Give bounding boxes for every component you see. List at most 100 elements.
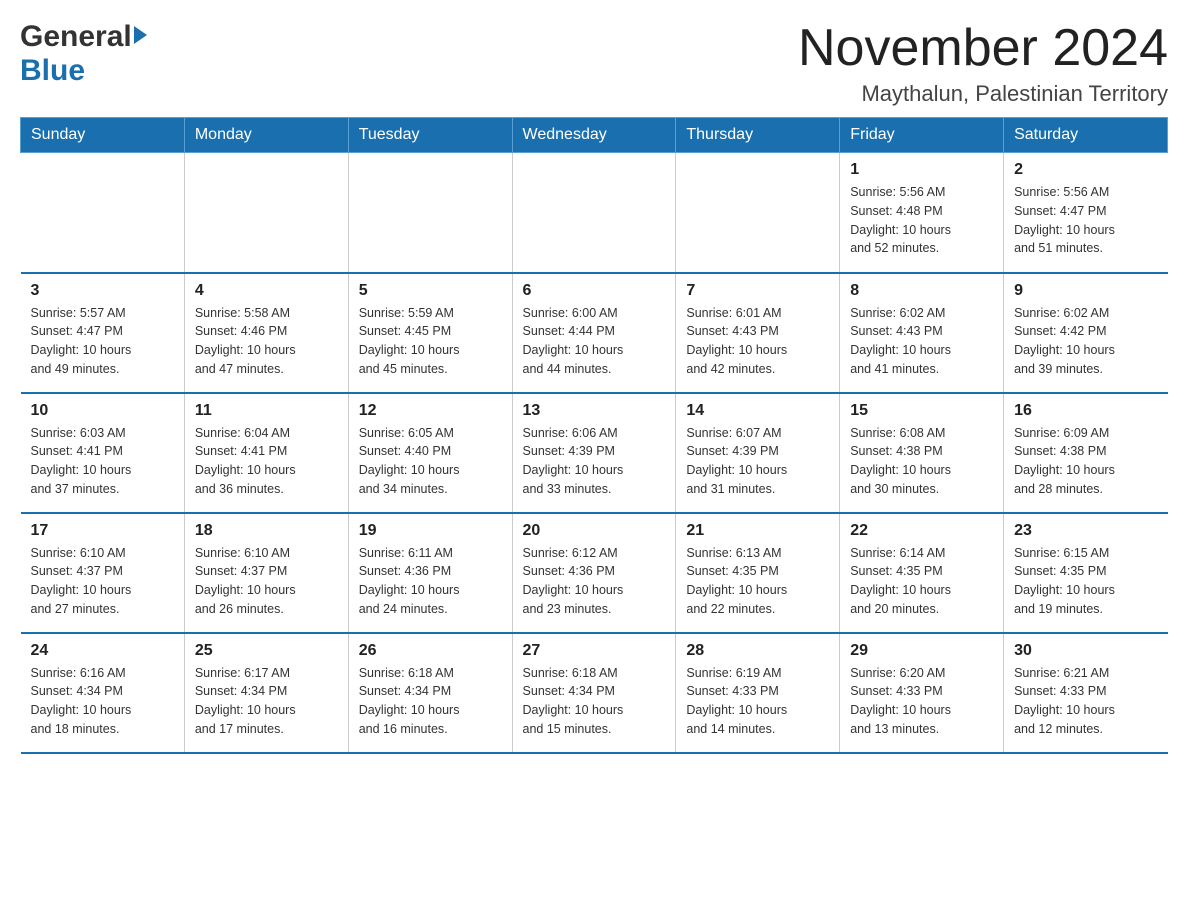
calendar-cell: 13 Sunrise: 6:06 AM Sunset: 4:39 PM Dayli… — [512, 393, 676, 513]
day-number: 15 — [850, 402, 993, 420]
day-info: Sunrise: 5:56 AM Sunset: 4:48 PM Dayligh… — [850, 183, 993, 258]
calendar-week-row: 17 Sunrise: 6:10 AM Sunset: 4:37 PM Dayli… — [21, 513, 1168, 633]
day-number: 28 — [686, 642, 829, 660]
day-number: 11 — [195, 402, 338, 420]
calendar-cell: 22Sunrise: 6:14 AM Sunset: 4:35 PM Dayli… — [840, 513, 1004, 633]
day-info: Sunrise: 6:03 AM Sunset: 4:41 PM Dayligh… — [31, 424, 174, 499]
day-info: Sunrise: 6:02 AM Sunset: 4:42 PM Dayligh… — [1014, 304, 1157, 379]
day-info: Sunrise: 5:57 AM Sunset: 4:47 PM Dayligh… — [31, 304, 174, 379]
day-number: 5 — [359, 282, 502, 300]
day-number: 27 — [523, 642, 666, 660]
weekday-header-friday: Friday — [840, 118, 1004, 153]
weekday-header-tuesday: Tuesday — [348, 118, 512, 153]
calendar-cell: 8 Sunrise: 6:02 AM Sunset: 4:43 PM Daylig… — [840, 273, 1004, 393]
calendar-cell: 15 Sunrise: 6:08 AM Sunset: 4:38 PM Dayli… — [840, 393, 1004, 513]
calendar-cell: 21 Sunrise: 6:13 AM Sunset: 4:35 PM Dayli… — [676, 513, 840, 633]
day-number: 26 — [359, 642, 502, 660]
day-info: Sunrise: 6:15 AM Sunset: 4:35 PM Dayligh… — [1014, 544, 1157, 619]
day-number: 14 — [686, 402, 829, 420]
day-info: Sunrise: 6:08 AM Sunset: 4:38 PM Dayligh… — [850, 424, 993, 499]
calendar-table: SundayMondayTuesdayWednesdayThursdayFrid… — [20, 117, 1168, 754]
title-section: November 2024 Maythalun, Palestinian Ter… — [798, 20, 1168, 107]
day-number: 4 — [195, 282, 338, 300]
calendar-cell: 26 Sunrise: 6:18 AM Sunset: 4:34 PM Dayli… — [348, 633, 512, 753]
day-info: Sunrise: 6:00 AM Sunset: 4:44 PM Dayligh… — [523, 304, 666, 379]
calendar-cell: 19Sunrise: 6:11 AM Sunset: 4:36 PM Dayli… — [348, 513, 512, 633]
day-number: 24 — [31, 642, 174, 660]
day-number: 8 — [850, 282, 993, 300]
day-number: 17 — [31, 522, 174, 540]
day-number: 13 — [523, 402, 666, 420]
day-info: Sunrise: 5:59 AM Sunset: 4:45 PM Dayligh… — [359, 304, 502, 379]
day-info: Sunrise: 6:07 AM Sunset: 4:39 PM Dayligh… — [686, 424, 829, 499]
weekday-header-wednesday: Wednesday — [512, 118, 676, 153]
calendar-cell: 23Sunrise: 6:15 AM Sunset: 4:35 PM Dayli… — [1004, 513, 1168, 633]
calendar-cell: 10Sunrise: 6:03 AM Sunset: 4:41 PM Dayli… — [21, 393, 185, 513]
month-title: November 2024 — [798, 20, 1168, 77]
day-info: Sunrise: 6:02 AM Sunset: 4:43 PM Dayligh… — [850, 304, 993, 379]
calendar-cell: 12 Sunrise: 6:05 AM Sunset: 4:40 PM Dayli… — [348, 393, 512, 513]
day-info: Sunrise: 6:04 AM Sunset: 4:41 PM Dayligh… — [195, 424, 338, 499]
calendar-cell: 9 Sunrise: 6:02 AM Sunset: 4:42 PM Daylig… — [1004, 273, 1168, 393]
day-number: 21 — [686, 522, 829, 540]
calendar-cell: 25Sunrise: 6:17 AM Sunset: 4:34 PM Dayli… — [184, 633, 348, 753]
day-info: Sunrise: 6:12 AM Sunset: 4:36 PM Dayligh… — [523, 544, 666, 619]
calendar-cell: 6 Sunrise: 6:00 AM Sunset: 4:44 PM Daylig… — [512, 273, 676, 393]
calendar-header: SundayMondayTuesdayWednesdayThursdayFrid… — [21, 118, 1168, 153]
weekday-header-thursday: Thursday — [676, 118, 840, 153]
calendar-cell: 1Sunrise: 5:56 AM Sunset: 4:48 PM Daylig… — [840, 153, 1004, 273]
weekday-header-row: SundayMondayTuesdayWednesdayThursdayFrid… — [21, 118, 1168, 153]
weekday-header-sunday: Sunday — [21, 118, 185, 153]
calendar-cell: 20 Sunrise: 6:12 AM Sunset: 4:36 PM Dayli… — [512, 513, 676, 633]
calendar-cell — [21, 153, 185, 273]
day-info: Sunrise: 6:16 AM Sunset: 4:34 PM Dayligh… — [31, 664, 174, 739]
calendar-week-row: 10Sunrise: 6:03 AM Sunset: 4:41 PM Dayli… — [21, 393, 1168, 513]
day-info: Sunrise: 6:14 AM Sunset: 4:35 PM Dayligh… — [850, 544, 993, 619]
location-subtitle: Maythalun, Palestinian Territory — [798, 81, 1168, 107]
day-info: Sunrise: 6:13 AM Sunset: 4:35 PM Dayligh… — [686, 544, 829, 619]
calendar-body: 1Sunrise: 5:56 AM Sunset: 4:48 PM Daylig… — [21, 153, 1168, 753]
day-number: 6 — [523, 282, 666, 300]
logo: General Blue — [20, 20, 147, 88]
logo-general: General — [20, 20, 132, 54]
day-number: 19 — [359, 522, 502, 540]
day-number: 29 — [850, 642, 993, 660]
calendar-cell: 18 Sunrise: 6:10 AM Sunset: 4:37 PM Dayli… — [184, 513, 348, 633]
calendar-cell: 2Sunrise: 5:56 AM Sunset: 4:47 PM Daylig… — [1004, 153, 1168, 273]
calendar-cell: 27 Sunrise: 6:18 AM Sunset: 4:34 PM Dayli… — [512, 633, 676, 753]
logo-blue: Blue — [20, 54, 85, 87]
day-number: 2 — [1014, 161, 1157, 179]
day-info: Sunrise: 6:01 AM Sunset: 4:43 PM Dayligh… — [686, 304, 829, 379]
calendar-cell: 24 Sunrise: 6:16 AM Sunset: 4:34 PM Dayli… — [21, 633, 185, 753]
calendar-cell — [512, 153, 676, 273]
calendar-cell: 29 Sunrise: 6:20 AM Sunset: 4:33 PM Dayli… — [840, 633, 1004, 753]
day-number: 25 — [195, 642, 338, 660]
calendar-week-row: 1Sunrise: 5:56 AM Sunset: 4:48 PM Daylig… — [21, 153, 1168, 273]
weekday-header-monday: Monday — [184, 118, 348, 153]
calendar-cell: 28 Sunrise: 6:19 AM Sunset: 4:33 PM Dayli… — [676, 633, 840, 753]
day-number: 18 — [195, 522, 338, 540]
day-info: Sunrise: 6:19 AM Sunset: 4:33 PM Dayligh… — [686, 664, 829, 739]
day-info: Sunrise: 6:06 AM Sunset: 4:39 PM Dayligh… — [523, 424, 666, 499]
calendar-cell: 11 Sunrise: 6:04 AM Sunset: 4:41 PM Dayli… — [184, 393, 348, 513]
day-number: 30 — [1014, 642, 1157, 660]
day-info: Sunrise: 6:18 AM Sunset: 4:34 PM Dayligh… — [359, 664, 502, 739]
day-number: 3 — [31, 282, 174, 300]
day-info: Sunrise: 6:10 AM Sunset: 4:37 PM Dayligh… — [195, 544, 338, 619]
day-number: 7 — [686, 282, 829, 300]
day-info: Sunrise: 6:18 AM Sunset: 4:34 PM Dayligh… — [523, 664, 666, 739]
calendar-cell: 17Sunrise: 6:10 AM Sunset: 4:37 PM Dayli… — [21, 513, 185, 633]
day-info: Sunrise: 6:09 AM Sunset: 4:38 PM Dayligh… — [1014, 424, 1157, 499]
day-info: Sunrise: 6:05 AM Sunset: 4:40 PM Dayligh… — [359, 424, 502, 499]
day-number: 12 — [359, 402, 502, 420]
day-number: 9 — [1014, 282, 1157, 300]
calendar-cell — [184, 153, 348, 273]
calendar-week-row: 24 Sunrise: 6:16 AM Sunset: 4:34 PM Dayli… — [21, 633, 1168, 753]
calendar-cell: 16Sunrise: 6:09 AM Sunset: 4:38 PM Dayli… — [1004, 393, 1168, 513]
day-number: 20 — [523, 522, 666, 540]
day-info: Sunrise: 6:21 AM Sunset: 4:33 PM Dayligh… — [1014, 664, 1157, 739]
calendar-cell: 5 Sunrise: 5:59 AM Sunset: 4:45 PM Daylig… — [348, 273, 512, 393]
calendar-cell: 3 Sunrise: 5:57 AM Sunset: 4:47 PM Daylig… — [21, 273, 185, 393]
calendar-cell: 14 Sunrise: 6:07 AM Sunset: 4:39 PM Dayli… — [676, 393, 840, 513]
day-info: Sunrise: 6:20 AM Sunset: 4:33 PM Dayligh… — [850, 664, 993, 739]
